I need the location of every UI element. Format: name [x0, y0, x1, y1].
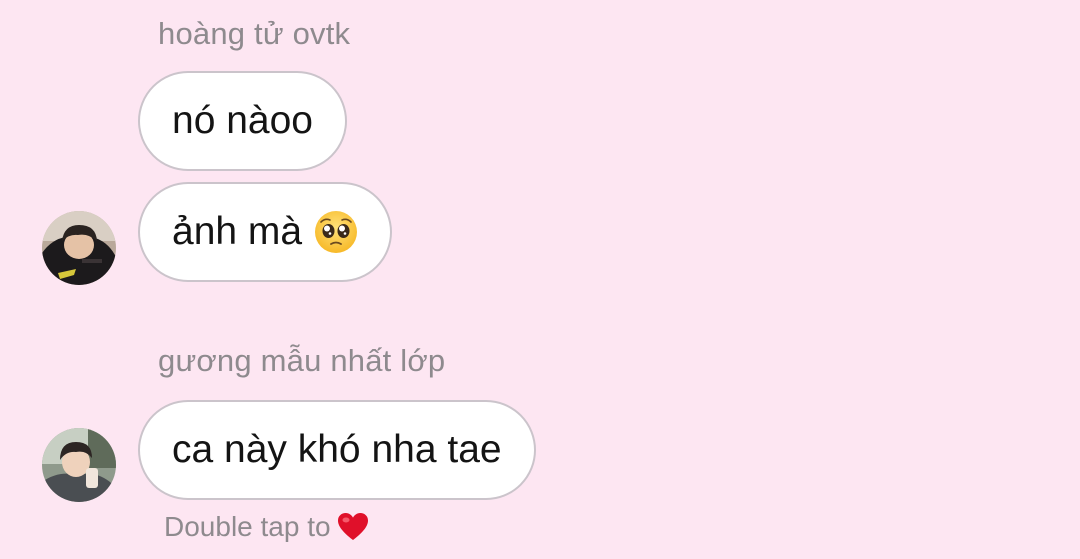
sender-name: gương mẫu nhất lớp: [158, 343, 446, 378]
avatar[interactable]: [42, 211, 116, 285]
pleading-face-emoji-icon: [314, 210, 358, 254]
message-bubble[interactable]: nó nàoo: [138, 71, 347, 171]
double-tap-hint: Double tap to: [164, 511, 369, 543]
message-text: nó nàoo: [172, 99, 313, 142]
message-text: ca này khó nha tae: [172, 428, 502, 471]
profile-photo-outdoor-icon: [42, 428, 116, 502]
profile-photo-dark-hoodie-icon: [42, 211, 116, 285]
hint-text: Double tap to: [164, 511, 331, 542]
message-text: ảnh mà: [172, 210, 303, 253]
message-bubble[interactable]: ca này khó nha tae: [138, 400, 536, 500]
red-heart-icon: [337, 512, 369, 542]
sender-name: hoàng tử ovtk: [158, 16, 351, 51]
avatar[interactable]: [42, 428, 116, 502]
message-bubble[interactable]: ảnh mà: [138, 182, 393, 282]
